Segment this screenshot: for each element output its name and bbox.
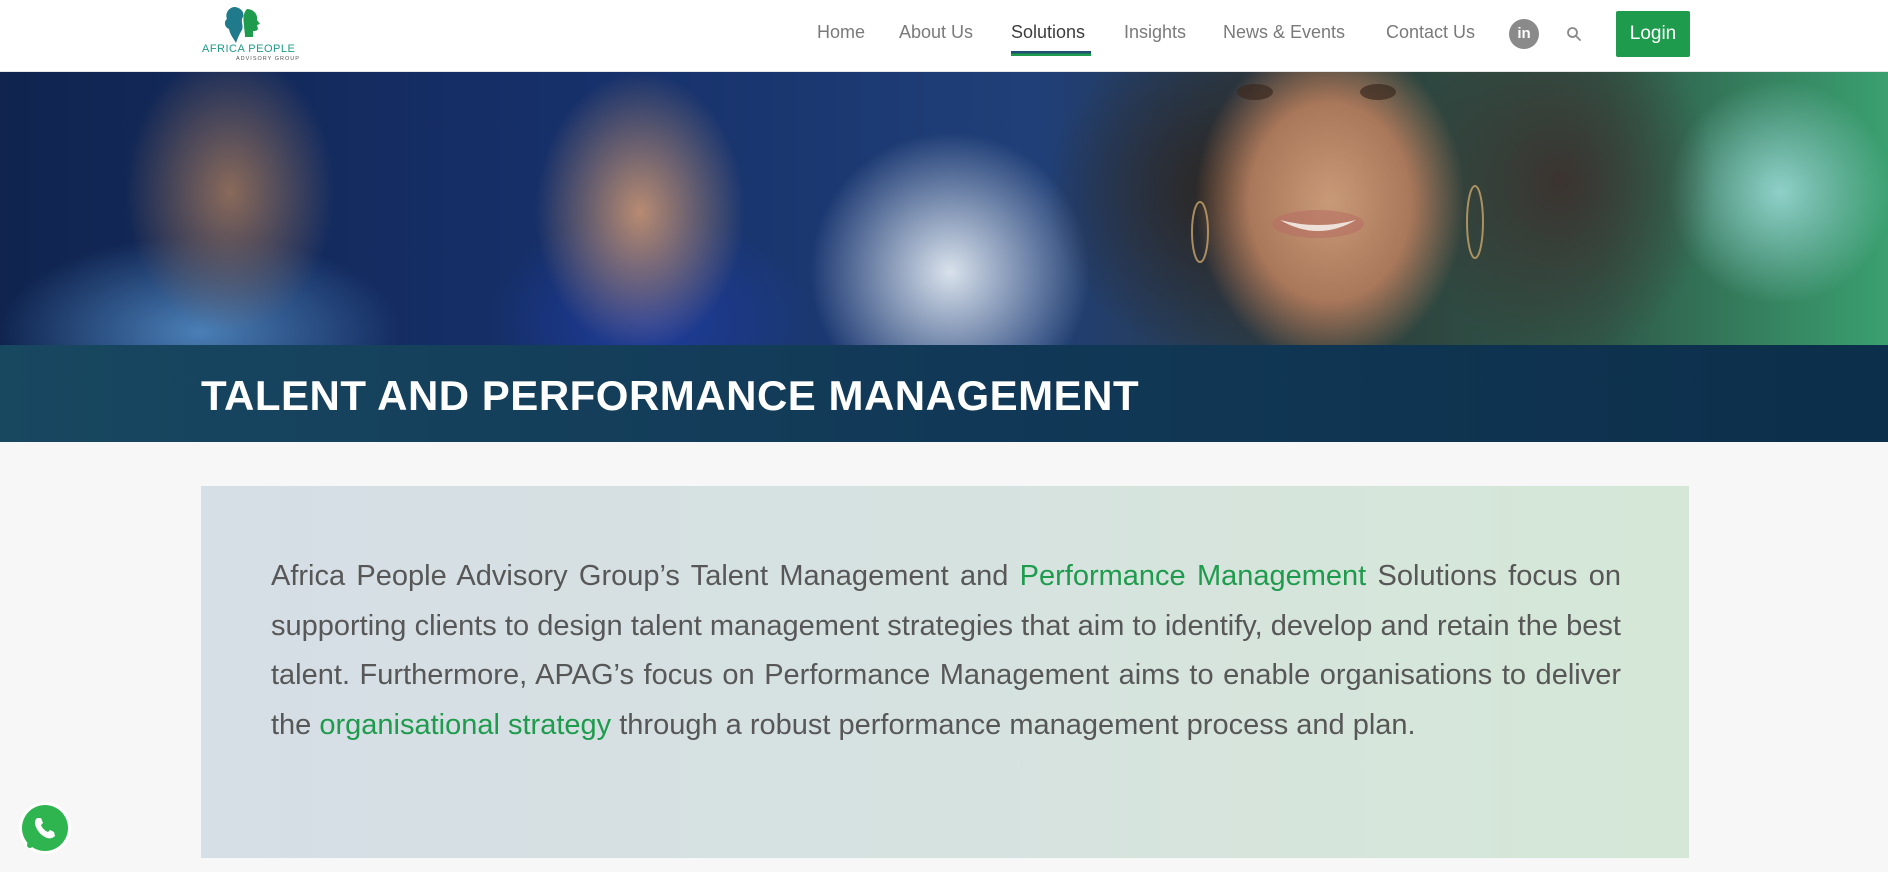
nav-active-indicator [1011,51,1091,56]
intro-text-part3: through a robust performance management … [611,708,1416,741]
logo-tagline-text: ADVISORY GROUP [236,56,300,62]
search-icon[interactable] [1566,26,1582,42]
nav-home[interactable]: Home [817,22,865,43]
hero-smile-detail [1191,84,1484,263]
nav-solutions[interactable]: Solutions [1011,22,1085,43]
nav-about-us[interactable]: About Us [899,22,973,43]
whatsapp-icon[interactable] [18,801,72,855]
intro-text-part1: Africa People Advisory Group’s Talent Ma… [271,560,1020,592]
performance-management-link[interactable]: Performance Management [1020,560,1367,592]
nav-insights[interactable]: Insights [1124,22,1186,43]
site-logo[interactable]: AFRICA PEOPLE ADVISORY GROUP [200,5,310,67]
organisational-strategy-link[interactable]: organisational strategy [319,709,611,741]
intro-paragraph: Africa People Advisory Group’s Talent Ma… [271,552,1621,750]
africa-profile-logo-icon [224,7,260,43]
login-button[interactable]: Login [1616,11,1690,57]
site-header: AFRICA PEOPLE ADVISORY GROUP Home About … [0,0,1888,72]
page-title: TALENT AND PERFORMANCE MANAGEMENT [201,372,1140,419]
nav-news-events[interactable]: News & Events [1223,22,1345,43]
intro-card: Africa People Advisory Group’s Talent Ma… [201,486,1689,858]
linkedin-icon[interactable]: in [1509,19,1539,49]
hero-image [0,72,1888,345]
logo-brand-text: AFRICA PEOPLE [202,43,296,55]
nav-contact-us[interactable]: Contact Us [1386,22,1475,43]
